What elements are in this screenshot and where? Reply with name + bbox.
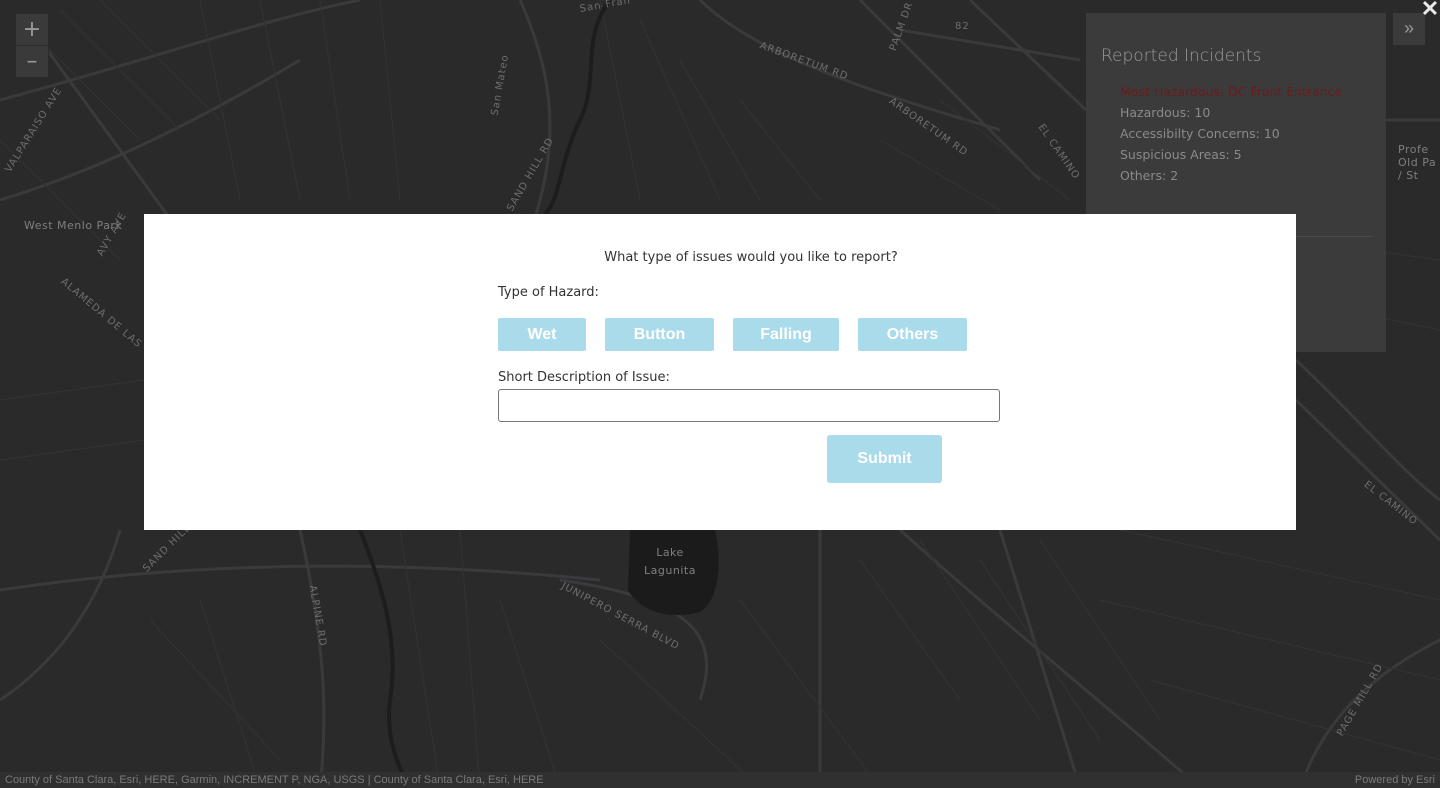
hazard-type-label: Type of Hazard:	[498, 285, 599, 300]
incident-stats: Most Hazardous: DC Front Entrance Hazard…	[1120, 81, 1342, 186]
map-label-professorville: Profe Old Pa / St	[1398, 143, 1437, 182]
zoom-in-button[interactable]: +	[16, 14, 48, 45]
report-issue-modal: What type of issues would you like to re…	[144, 214, 1296, 530]
modal-question: What type of issues would you like to re…	[604, 250, 898, 265]
map-label-lake-lagunita: Lake Lagunita	[644, 546, 696, 577]
zoom-out-button[interactable]: –	[16, 45, 48, 77]
double-chevron-right-icon: »	[1403, 18, 1414, 38]
most-hazardous: Most Hazardous: DC Front Entrance	[1120, 84, 1343, 99]
hazard-wet-button[interactable]: Wet	[498, 318, 586, 351]
stat-others: Others: 2	[1120, 168, 1179, 183]
highway-shield: 82	[955, 21, 970, 32]
close-modal-button[interactable]: ✕	[1418, 0, 1440, 21]
hazard-falling-button[interactable]: Falling	[733, 318, 839, 351]
stat-suspicious: Suspicious Areas: 5	[1120, 147, 1242, 162]
stat-accessibility: Accessibilty Concerns: 10	[1120, 126, 1280, 141]
submit-button[interactable]: Submit	[827, 435, 942, 483]
description-input[interactable]	[498, 389, 1000, 422]
panel-title: Reported Incidents	[1101, 46, 1262, 66]
attribution-text: County of Santa Clara, Esri, HERE, Garmi…	[5, 774, 544, 786]
map-attribution: County of Santa Clara, Esri, HERE, Garmi…	[0, 772, 1440, 788]
hazard-others-button[interactable]: Others	[858, 318, 967, 351]
hazard-button-button[interactable]: Button	[605, 318, 714, 351]
powered-by-esri[interactable]: Powered by Esri	[1355, 772, 1435, 788]
close-icon: ✕	[1420, 0, 1440, 21]
description-label: Short Description of Issue:	[498, 370, 670, 385]
stat-hazardous: Hazardous: 10	[1120, 105, 1211, 120]
zoom-control: + –	[15, 13, 49, 78]
